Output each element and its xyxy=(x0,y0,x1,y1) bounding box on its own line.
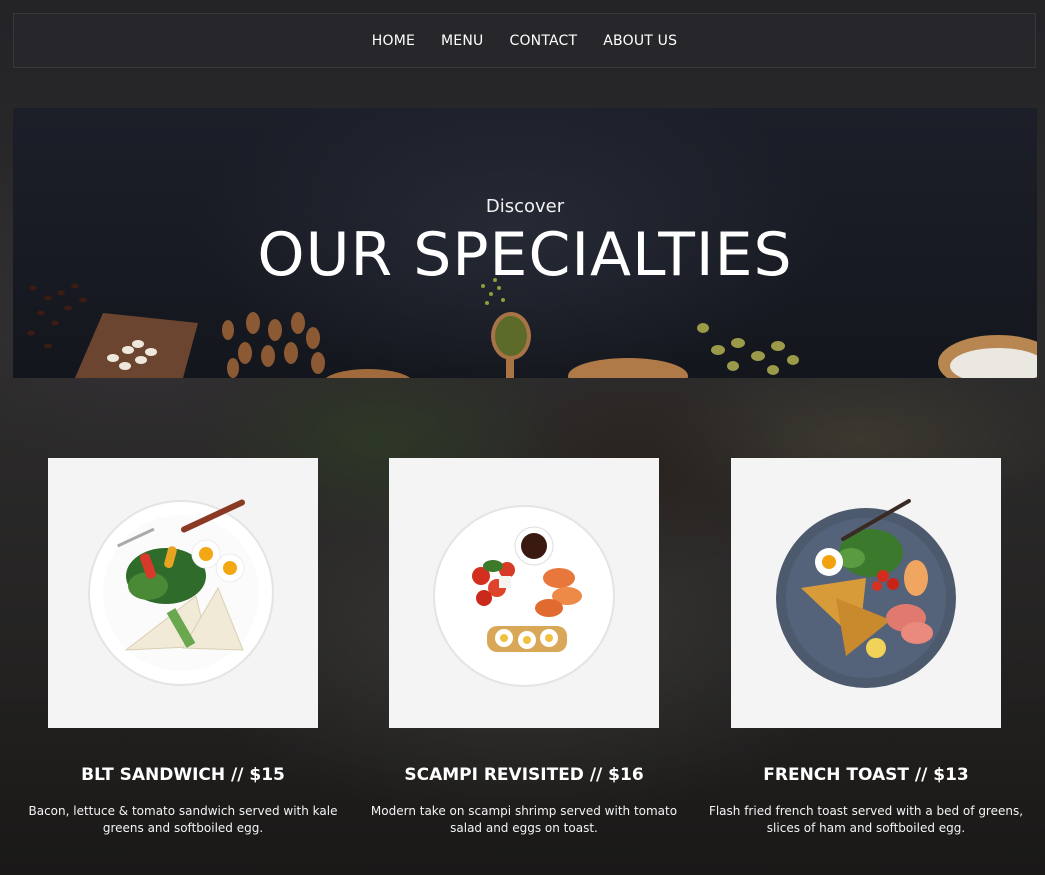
specialty-title: FRENCH TOAST // $13 xyxy=(763,765,969,785)
scampi-plate-image[interactable] xyxy=(389,458,659,728)
specialty-title: BLT SANDWICH // $15 xyxy=(81,765,285,785)
nav-about-link[interactable]: ABOUT US xyxy=(603,33,677,49)
nav-contact-link[interactable]: CONTACT xyxy=(509,33,577,49)
specialty-title: SCAMPI REVISITED // $16 xyxy=(404,765,644,785)
specialty-card-blt: BLT SANDWICH // $15 Bacon, lettuce & tom… xyxy=(29,458,337,837)
specialty-description: Bacon, lettuce & tomato sandwich served … xyxy=(28,804,338,835)
hero-banner: Discover OUR SPECIALTIES xyxy=(13,108,1037,378)
specialty-card-scampi: SCAMPI REVISITED // $16 Modern take on s… xyxy=(371,458,677,837)
french-toast-plate-image[interactable] xyxy=(731,458,1001,728)
top-navigation: HOME MENU CONTACT ABOUT US xyxy=(13,13,1036,68)
specialty-description: Flash fried french toast served with a b… xyxy=(708,804,1024,835)
hero-subtitle: Discover xyxy=(485,196,565,217)
specialty-description: Modern take on scampi shrimp served with… xyxy=(370,804,678,835)
blt-sandwich-image[interactable] xyxy=(48,458,318,728)
nav-menu-link[interactable]: MENU xyxy=(441,33,483,49)
specialty-card-french-toast: FRENCH TOAST // $13 Flash fried french t… xyxy=(709,458,1023,837)
nav-home-link[interactable]: HOME xyxy=(372,33,415,49)
hero-title: OUR SPECIALTIES xyxy=(257,220,793,290)
